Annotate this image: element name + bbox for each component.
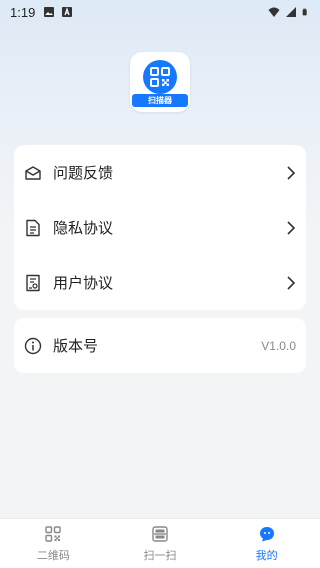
status-time: 1:19 xyxy=(10,4,36,20)
status-bar: 1:19 xyxy=(0,0,320,24)
bottom-tab-bar: 二维码 扫一扫 我的 xyxy=(0,518,320,568)
tab-label: 我的 xyxy=(255,548,278,562)
qrcode-icon xyxy=(45,525,62,542)
menu-card: 问题反馈 隐私协议 用户协议 xyxy=(14,145,306,310)
menu-item-label: 用户协议 xyxy=(53,274,114,292)
menu-item-privacy[interactable]: 隐私协议 xyxy=(14,200,306,255)
menu-item-label: 隐私协议 xyxy=(53,219,114,237)
image-icon xyxy=(44,7,55,17)
logo-label: 扫描器 xyxy=(132,94,188,107)
a-icon xyxy=(62,7,73,17)
info-icon xyxy=(24,337,42,354)
user-agreement-icon xyxy=(26,274,40,291)
version-card: 版本号 V1.0.0 xyxy=(14,318,306,373)
signal-icon xyxy=(286,7,296,17)
menu-item-label: 问题反馈 xyxy=(53,164,114,182)
menu-item-user-agreement[interactable]: 用户协议 xyxy=(14,255,306,310)
scan-icon xyxy=(152,525,168,542)
tab-qrcode[interactable]: 二维码 xyxy=(0,519,107,568)
tab-label: 扫一扫 xyxy=(143,548,177,562)
feedback-icon xyxy=(25,165,41,180)
tab-scan[interactable]: 扫一扫 xyxy=(107,519,214,568)
document-icon xyxy=(26,219,40,236)
battery-icon xyxy=(302,8,307,16)
version-label: 版本号 xyxy=(53,337,99,355)
tab-label: 二维码 xyxy=(36,548,70,562)
version-row: 版本号 V1.0.0 xyxy=(14,318,306,373)
menu-item-feedback[interactable]: 问题反馈 xyxy=(14,145,306,200)
tab-profile[interactable]: 我的 xyxy=(213,519,320,568)
chevron-right-icon xyxy=(287,165,296,180)
wifi-icon xyxy=(268,7,280,17)
app-logo: 扫描器 xyxy=(130,52,190,112)
version-value: V1.0.0 xyxy=(261,338,296,353)
chevron-right-icon xyxy=(287,220,296,235)
chevron-right-icon xyxy=(287,275,296,290)
profile-icon xyxy=(259,526,274,541)
